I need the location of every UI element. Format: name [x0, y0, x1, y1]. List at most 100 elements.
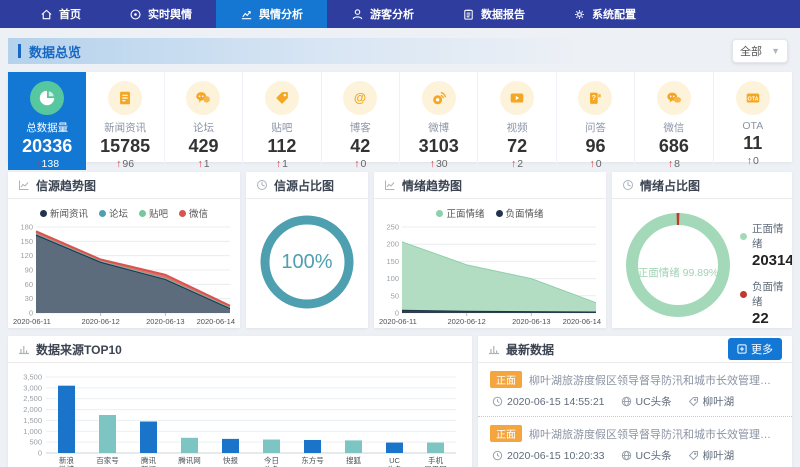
stat-delta-value: 0 — [753, 155, 759, 167]
legend-item[interactable]: 负面情绪 22 — [740, 279, 792, 327]
stat-card-blog[interactable]: @ 博客 42 ↑0 — [322, 72, 400, 170]
scope-filter-dropdown[interactable]: 全部 ▼ — [732, 39, 788, 63]
stat-card-wechat[interactable]: 微信 686 ↑8 — [635, 72, 713, 170]
svg-text:?: ? — [592, 93, 596, 102]
stat-card-ota[interactable]: OTA OTA 11 ↑0 — [714, 72, 792, 170]
stat-delta-value: 96 — [122, 158, 134, 170]
forum-chat-icon — [186, 81, 220, 115]
svg-text:@: @ — [354, 91, 366, 105]
line-chart-icon — [18, 179, 30, 191]
bar-chart-icon — [488, 343, 500, 355]
up-arrow-icon: ↑ — [35, 158, 40, 170]
panel-title: 信源占比图 — [274, 177, 334, 194]
nav-tab-realtime[interactable]: 实时舆情 — [105, 0, 216, 28]
svg-text:2020-06-12: 2020-06-12 — [81, 317, 119, 326]
legend-item[interactable]: 贴吧 — [139, 206, 168, 220]
news-doc-icon — [108, 81, 142, 115]
wechat-glyph — [665, 89, 683, 107]
item-source: UC头条 — [621, 448, 672, 463]
panel-header: 信源趋势图 — [8, 172, 240, 199]
dashboard-page: 首页 实时舆情 舆情分析 游客分析 数据报告 系统配置 数据总览 全部 ▼ — [0, 0, 800, 467]
section-header: 数据总览 — [8, 38, 740, 64]
legend-item[interactable]: 论坛 — [99, 206, 128, 220]
nav-tab-report[interactable]: 数据报告 — [438, 0, 549, 28]
stat-card-forum[interactable]: 论坛 429 ↑1 — [165, 72, 243, 170]
panel-title: 情绪占比图 — [640, 177, 700, 194]
item-title[interactable]: 柳叶湖旅游度假区领导督导防汛和城市长效管理工作 — [529, 372, 780, 388]
panel-header: 情绪趋势图 — [374, 172, 606, 199]
stat-delta-value: 2 — [517, 158, 523, 170]
legend-item[interactable]: 新闻资讯 — [40, 206, 88, 220]
stat-delta-value: 1 — [282, 158, 288, 170]
list-item[interactable]: 正面 柳叶湖旅游度假区领导督导防汛和城市长效管理工作 2020-06-15 14… — [478, 363, 792, 416]
stat-delta-value: 8 — [674, 158, 680, 170]
list-item[interactable]: 正面 柳叶湖旅游度假区领导督导防汛和城市长效管理工作 2020-06-15 10… — [478, 416, 792, 467]
stat-label: 新闻资讯 — [86, 120, 163, 135]
svg-text:UC: UC — [389, 456, 400, 465]
nav-tab-label: 系统配置 — [592, 6, 636, 22]
emotion-trend-chart: 0501001502002502020-06-112020-06-122020-… — [378, 221, 602, 326]
source-pie-center-value: 100% — [255, 210, 359, 314]
stat-card-video[interactable]: 视频 72 ↑2 — [478, 72, 556, 170]
legend-item[interactable]: 负面情绪 — [496, 206, 544, 220]
emotion-pie-wrap: 正面情绪 99.89% — [620, 207, 736, 328]
nav-tab-analysis[interactable]: 舆情分析 — [216, 0, 327, 28]
up-arrow-icon: ↑ — [589, 158, 594, 170]
item-title[interactable]: 柳叶湖旅游度假区领导督导防汛和城市长效管理工作 — [529, 426, 780, 442]
legend-label: 新闻资讯 — [50, 206, 88, 220]
stat-label: 贴吧 — [243, 120, 320, 135]
legend-label: 负面情绪 — [752, 279, 792, 309]
svg-text:150: 150 — [386, 257, 399, 266]
weibo-icon — [422, 81, 456, 115]
stat-delta-value: 30 — [436, 158, 448, 170]
svg-text:30: 30 — [25, 294, 33, 303]
item-source: UC头条 — [621, 394, 672, 409]
more-button[interactable]: 更多 — [728, 338, 782, 360]
legend-item[interactable]: 微信 — [179, 206, 208, 220]
stat-delta: ↑30 — [400, 158, 477, 170]
svg-text:2020-06-12: 2020-06-12 — [447, 317, 485, 326]
source-trend-legend: 新闻资讯 论坛 贴吧 微信 — [8, 199, 240, 221]
stat-value: 96 — [557, 135, 634, 158]
latest-data-panel: 最新数据 更多 正面 柳叶湖旅游度假区领导督导防汛和城市长效管理工作 2020-… — [478, 336, 792, 467]
stat-label: 总数据量 — [8, 120, 86, 135]
nav-tab-settings[interactable]: 系统配置 — [549, 0, 660, 28]
stat-card-tieba[interactable]: 贴吧 112 ↑1 — [243, 72, 321, 170]
svg-text:100: 100 — [386, 274, 399, 283]
stat-delta: ↑1 — [165, 158, 242, 170]
svg-text:2020-06-13: 2020-06-13 — [146, 317, 184, 326]
nav-tab-visitor[interactable]: 游客分析 — [327, 0, 438, 28]
sentiment-badge: 正面 — [490, 371, 522, 388]
stat-card-total[interactable]: 总数据量 20336 ↑138 — [8, 72, 86, 170]
qa-icon: ? — [578, 81, 612, 115]
svg-text:新浪: 新浪 — [59, 455, 74, 465]
stat-value: 11 — [714, 132, 792, 155]
plus-square-icon — [737, 344, 747, 354]
forum-chat-glyph — [194, 89, 212, 107]
item-tag: 柳叶湖 — [688, 394, 735, 409]
stat-card-qa[interactable]: ? 问答 96 ↑0 — [557, 72, 635, 170]
trend-analysis-icon — [240, 8, 253, 21]
stat-card-news[interactable]: 新闻资讯 15785 ↑96 — [86, 72, 164, 170]
svg-text:手机: 手机 — [428, 455, 443, 465]
legend-item[interactable]: 正面情绪 — [436, 206, 484, 220]
panel-header: 数据来源TOP10 — [8, 336, 472, 363]
svg-text:今日: 今日 — [264, 455, 279, 465]
ota-icon: OTA — [736, 81, 770, 115]
sentiment-badge: 正面 — [490, 425, 522, 442]
svg-text:百家号: 百家号 — [96, 455, 119, 465]
nav-tab-home[interactable]: 首页 — [16, 0, 105, 28]
legend-item[interactable]: 正面情绪 20314 — [740, 221, 792, 269]
stat-value: 3103 — [400, 135, 477, 158]
stat-card-weibo[interactable]: 微博 3103 ↑30 — [400, 72, 478, 170]
svg-text:150: 150 — [20, 237, 33, 246]
svg-text:1,500: 1,500 — [23, 416, 42, 425]
up-arrow-icon: ↑ — [276, 158, 281, 170]
stat-label: OTA — [714, 120, 792, 132]
legend-label: 论坛 — [109, 206, 128, 220]
svg-text:2020-06-13: 2020-06-13 — [512, 317, 550, 326]
top10-panel: 数据来源TOP10 05001,0001,5002,0002,5003,0003… — [8, 336, 472, 467]
stat-delta-value: 138 — [42, 158, 60, 170]
nav-tab-label: 首页 — [59, 6, 81, 22]
at-glyph: @ — [351, 89, 369, 107]
